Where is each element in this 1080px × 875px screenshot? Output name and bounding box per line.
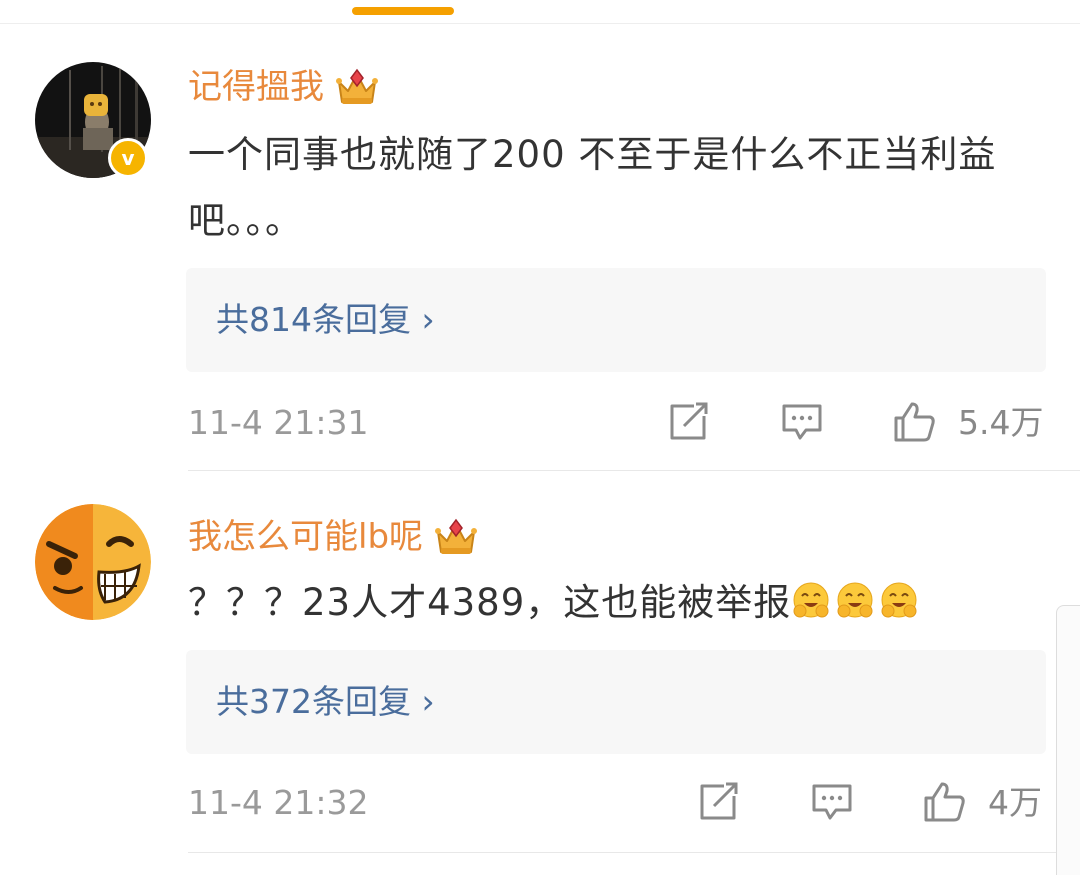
verified-badge-icon: v: [108, 138, 148, 178]
hug-emoji-icon: [791, 581, 831, 621]
comment-item: 我怎么可能lb呢 ？？？23人才4389，这也能被举报 共372条回复 › 11…: [0, 470, 1080, 874]
avatar[interactable]: [35, 504, 151, 620]
comment-item: v 记得搵我 一个同事也就随了200 不至于是什么不正当利益吧。。。 共814条…: [0, 0, 1080, 470]
replies-count-label: 共814条回复 ›: [216, 300, 435, 339]
like-count: 4万: [988, 783, 1042, 822]
timestamp: 11-4 21:32: [188, 783, 369, 822]
username[interactable]: 我怎么可能lb呢: [188, 517, 423, 557]
hug-emoji-icon: [835, 581, 875, 621]
username[interactable]: 记得搵我: [188, 67, 324, 107]
repost-icon[interactable]: [694, 778, 742, 826]
comment-icon[interactable]: [808, 778, 856, 826]
replies-link[interactable]: 共814条回复 ›: [186, 268, 1046, 372]
comment-meta: 11-4 21:31 5.4万: [188, 398, 1048, 448]
comment-icon[interactable]: [778, 398, 826, 446]
timestamp: 11-4 21:31: [188, 403, 369, 442]
comment-text: 一个同事也就随了200 不至于是什么不正当利益吧。。。: [188, 133, 997, 242]
like-icon[interactable]: [920, 778, 968, 826]
username-row: 记得搵我: [188, 64, 380, 110]
comment-meta: 11-4 21:32 4万: [188, 778, 1048, 828]
like-count: 5.4万: [958, 403, 1044, 442]
crown-icon: [433, 514, 479, 560]
repost-icon[interactable]: [664, 398, 712, 446]
floating-panel-edge: [1056, 605, 1080, 875]
comment-text-content: ？？？23人才4389，这也能被举报: [188, 581, 792, 624]
hug-emoji-icon: [879, 581, 919, 621]
username-row: 我怎么可能lb呢: [188, 514, 479, 560]
replies-link[interactable]: 共372条回复 ›: [186, 650, 1046, 754]
comment-text: ？？？23人才4389，这也能被举报: [188, 570, 1028, 636]
comment-divider: [188, 852, 1080, 853]
crown-icon: [334, 64, 380, 110]
like-icon[interactable]: [890, 398, 938, 446]
replies-count-label: 共372条回复 ›: [216, 682, 435, 721]
